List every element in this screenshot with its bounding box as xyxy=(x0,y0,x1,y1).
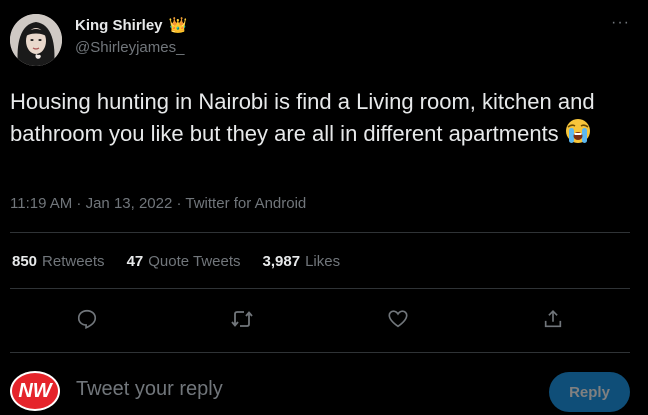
likes-label: Likes xyxy=(305,253,341,270)
quotes-count: 47 xyxy=(126,253,144,270)
reply-composer: NW Reply xyxy=(10,368,630,412)
quotes-stat[interactable]: 47 Quote Tweets xyxy=(127,253,241,270)
tweet-text: Housing hunting in Nairobi is find a Liv… xyxy=(10,86,630,153)
name-row: King Shirley 👑 xyxy=(75,17,187,34)
crown-icon: 👑 xyxy=(168,17,188,34)
share-icon[interactable] xyxy=(538,304,568,334)
tweet-meta[interactable]: 11:19 AM · Jan 13, 2022 · Twitter for An… xyxy=(10,195,306,212)
retweets-count: 850 xyxy=(12,253,38,270)
reply-avatar[interactable]: NW xyxy=(10,371,60,411)
likes-count: 3,987 xyxy=(262,253,301,270)
user-handle[interactable]: @Shirleyjames_ xyxy=(75,39,184,56)
divider xyxy=(10,352,630,353)
tweet-body: Housing hunting in Nairobi is find a Liv… xyxy=(10,89,595,146)
tweet-header: King Shirley 👑 @Shirleyjames_ ··· xyxy=(10,12,638,68)
retweets-stat[interactable]: 850 Retweets xyxy=(12,253,105,270)
reply-input[interactable] xyxy=(76,378,516,401)
retweet-icon[interactable] xyxy=(227,304,257,334)
display-name[interactable]: King Shirley xyxy=(75,17,163,34)
crying-face-icon xyxy=(563,117,593,153)
tweet-stats: 850 Retweets 47 Quote Tweets 3,987 Likes xyxy=(12,253,340,270)
reply-avatar-text: NW xyxy=(18,379,52,402)
divider xyxy=(10,232,630,233)
reply-button[interactable]: Reply xyxy=(549,372,630,412)
likes-stat[interactable]: 3,987 Likes xyxy=(263,253,341,270)
tweet-actions xyxy=(10,304,630,334)
like-icon[interactable] xyxy=(383,304,413,334)
retweets-label: Retweets xyxy=(42,253,105,270)
divider xyxy=(10,288,630,289)
more-options-icon[interactable]: ··· xyxy=(611,14,630,32)
quotes-label: Quote Tweets xyxy=(148,253,241,270)
reply-icon[interactable] xyxy=(72,304,102,334)
user-avatar[interactable] xyxy=(10,14,62,66)
